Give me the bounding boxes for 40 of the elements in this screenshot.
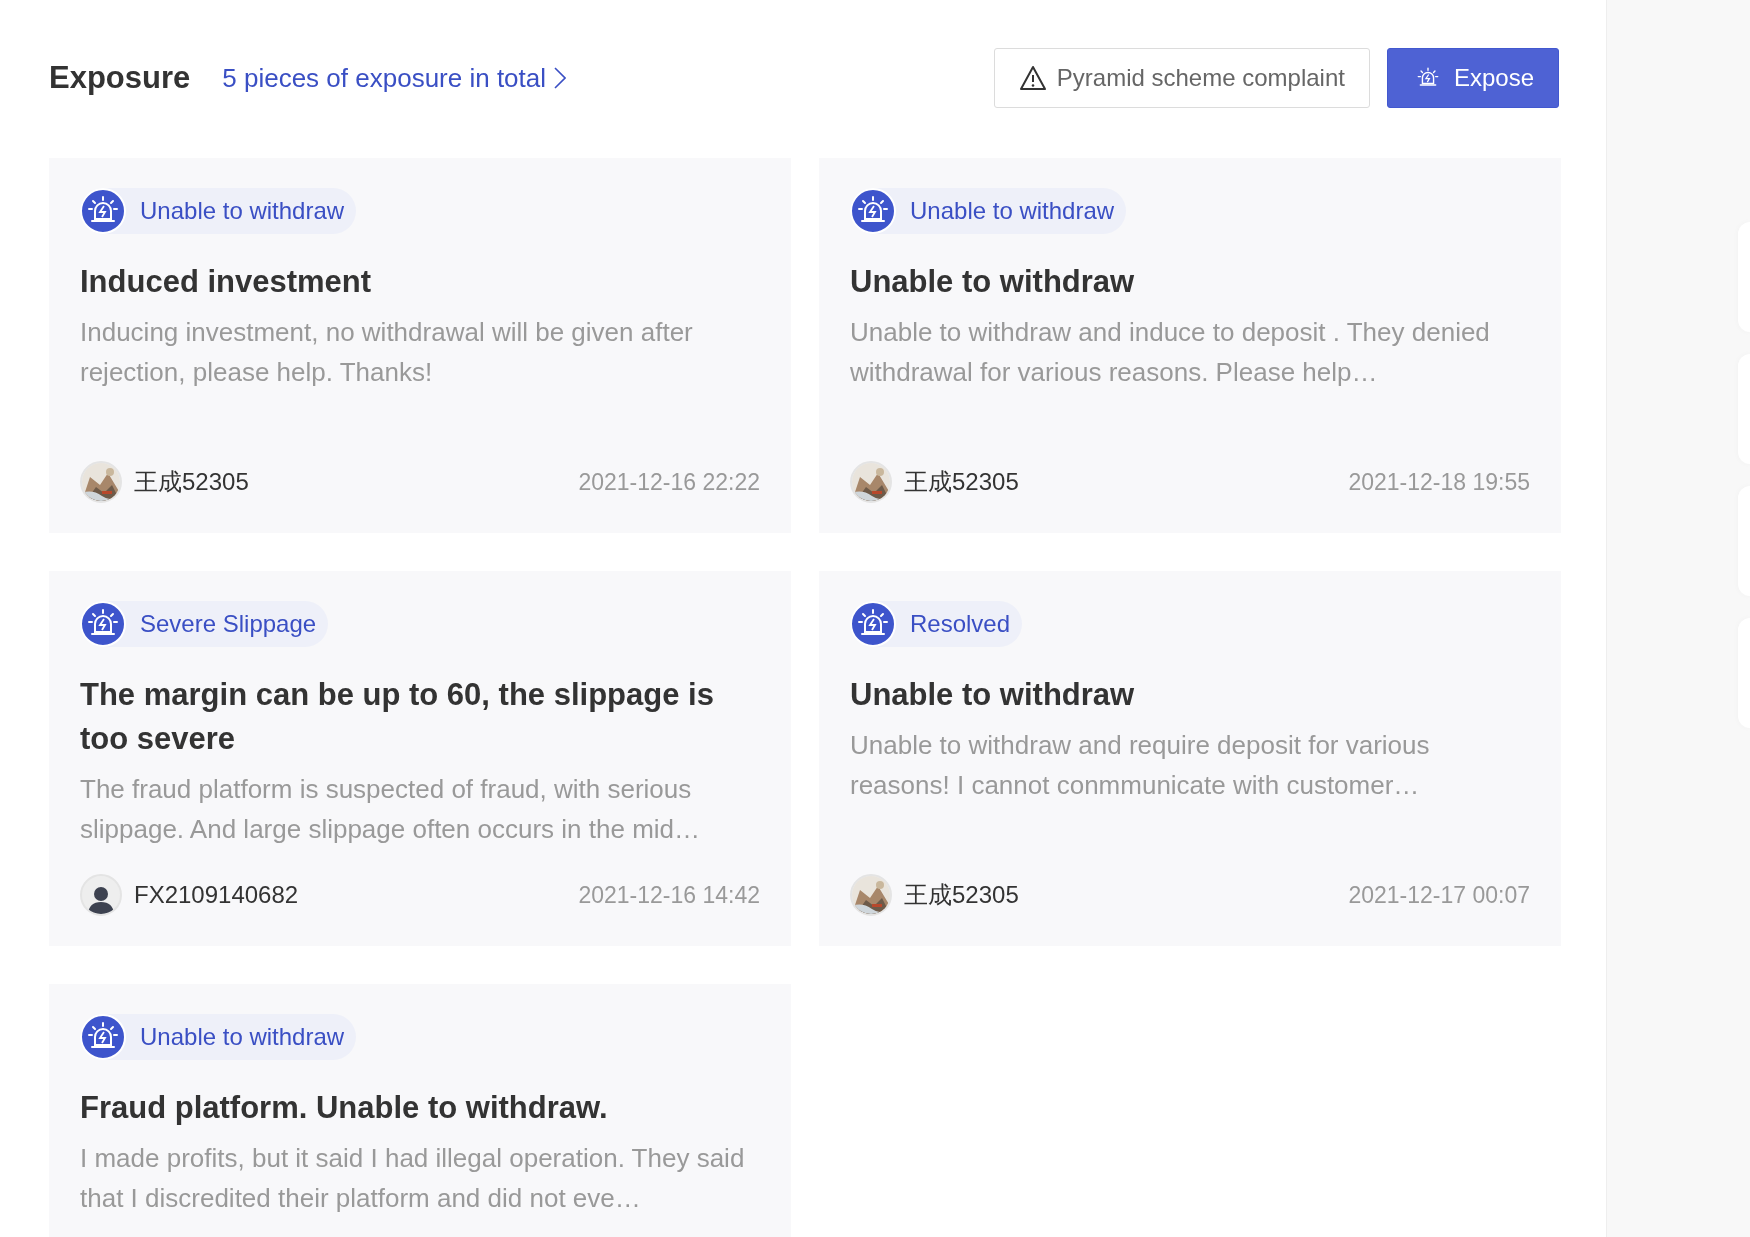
post-date: 2021-12-17 00:07 bbox=[1348, 881, 1530, 909]
card-description: I made profits, but it said I had illegal operation. They said that I discredited their platform and did not eve… bbox=[80, 1142, 746, 1215]
card-description: The fraud platform is suspected of fraud, with serious slippage. And large slippage often occurs in the mid… bbox=[80, 773, 702, 846]
author-name: 王成52305 bbox=[134, 467, 249, 497]
exposure-card[interactable]: Resolved Unable to withdraw Unable to withdraw and require deposit for various reasons! I cannot conmmunicate with customer… 王成52305 2021-12-17 00:07 bbox=[819, 571, 1561, 946]
author-name: 王成52305 bbox=[904, 467, 1019, 497]
siren-icon bbox=[850, 188, 896, 234]
tag-label: Severe Slippage bbox=[139, 610, 317, 638]
siren-icon bbox=[850, 601, 896, 647]
complaint-button[interactable]: Pyramid scheme complaint bbox=[993, 48, 1370, 108]
card-description: Unable to withdraw and require deposit for various reasons! I cannot conmmunicate with customer… bbox=[850, 729, 1431, 802]
siren-icon bbox=[80, 601, 126, 647]
author-name: 王成52305 bbox=[904, 880, 1019, 910]
post-date: 2021-12-18 19:55 bbox=[1348, 468, 1530, 496]
tag-label: Resolved bbox=[909, 610, 1011, 638]
warning-icon bbox=[1018, 65, 1047, 91]
siren-icon bbox=[80, 188, 126, 234]
card-description: Inducing investment, no withdrawal will be given after rejection, please help. Thanks! bbox=[80, 316, 694, 389]
post-date: 2021-12-16 22:22 bbox=[578, 468, 760, 496]
card-description: Unable to withdraw and induce to deposit . They denied withdrawal for various reasons. Please help… bbox=[850, 316, 1491, 389]
exposure-card[interactable]: Unable to withdraw Fraud platform. Unable to withdraw. I made profits, but it said I had illegal operation. They said that I discredited their platform and did not eve… bbox=[49, 984, 791, 1237]
card-title: Unable to withdraw bbox=[850, 676, 1136, 714]
page-title: Exposure bbox=[49, 60, 191, 96]
exposure-card[interactable]: Unable to withdraw Unable to withdraw Unable to withdraw and induce to deposit . They denied withdrawal for various reasons. Please help… 王成52305 2021-12-18 19:55 bbox=[819, 158, 1561, 533]
tag-label: Unable to withdraw bbox=[909, 197, 1115, 225]
post-date: 2021-12-16 14:42 bbox=[578, 881, 760, 909]
chevron-right-icon bbox=[554, 67, 567, 89]
card-title: Fraud platform. Unable to withdraw. bbox=[80, 1089, 609, 1127]
tag-label: Unable to withdraw bbox=[139, 1023, 345, 1051]
tag-label: Unable to withdraw bbox=[139, 197, 345, 225]
expose-button[interactable]: Expose bbox=[1386, 48, 1559, 108]
card-title: The margin can be up to 60, the slippage is too severe bbox=[80, 676, 715, 758]
user-icon bbox=[86, 884, 116, 914]
exposure-card[interactable]: Unable to withdraw Induced investment Inducing investment, no withdrawal will be given after rejection, please help. Thanks! 王成52305 2021-12-16 22:22 bbox=[49, 158, 791, 533]
exposure-card[interactable] bbox=[49, 571, 791, 946]
card-title: Unable to withdraw bbox=[850, 263, 1136, 301]
exposure-count-link[interactable]: 5 pieces of exposure in total bbox=[222, 62, 567, 94]
siren-icon bbox=[80, 1014, 126, 1060]
card-title: Induced investment bbox=[80, 263, 373, 301]
author-name: FX2109140682 bbox=[134, 881, 299, 909]
